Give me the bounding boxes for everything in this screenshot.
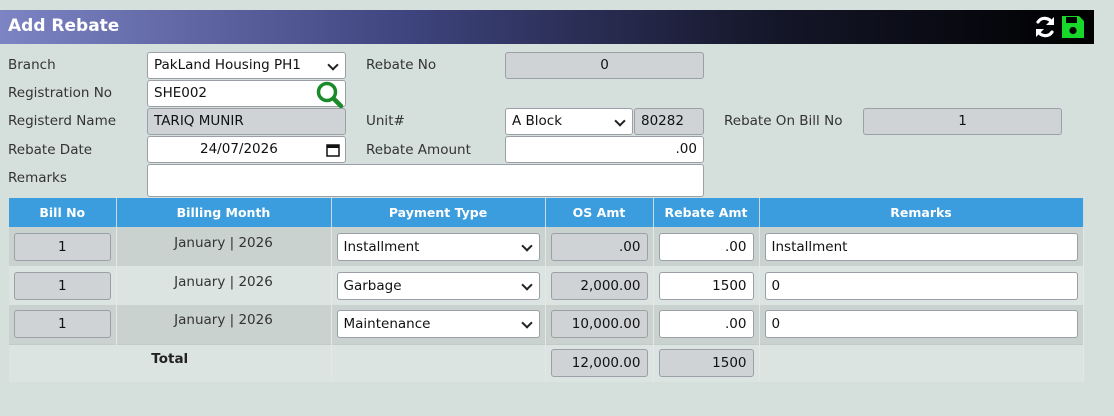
payment-type-value: Installment	[343, 238, 420, 255]
branch-select[interactable]: PakLand Housing PH1	[147, 52, 346, 79]
header-rebate-amt: Rebate Amt	[653, 198, 760, 227]
row-remarks-input[interactable]: 0	[764, 310, 1078, 339]
payment-type-value: Garbage	[343, 277, 402, 294]
total-rebate-amt-field: 1500	[658, 349, 754, 378]
os-amt-field: .00	[550, 232, 648, 261]
branch-label: Branch	[8, 57, 56, 73]
row-remarks-input[interactable]: 0	[764, 271, 1078, 300]
rebate-no-field: 0	[505, 52, 704, 79]
refresh-icon[interactable]	[1032, 14, 1058, 40]
branch-value: PakLand Housing PH1	[154, 57, 301, 73]
rebate-amount-label: Rebate Amount	[366, 142, 471, 158]
total-label: Total	[151, 351, 189, 368]
rebate-amt-input[interactable]: 1500	[658, 271, 754, 300]
unit-block-select[interactable]: A Block	[505, 108, 633, 135]
rebate-amt-input[interactable]: .00	[658, 232, 754, 261]
billing-month: January | 2026	[174, 273, 273, 290]
registration-no-label: Registration No	[8, 85, 113, 101]
row-remarks-input[interactable]: Installment	[764, 232, 1078, 261]
page-title: Add Rebate	[8, 16, 120, 36]
remarks-label: Remarks	[8, 170, 67, 186]
unit-block-value: A Block	[512, 113, 563, 129]
rebate-amount-input[interactable]: .00	[505, 136, 704, 163]
rebate-no-label: Rebate No	[366, 57, 437, 73]
header-billing-month: Billing Month	[116, 198, 332, 227]
registered-name-label: Registerd Name	[8, 113, 117, 129]
table-row: 1 January | 2026 Garbage 2,000.00 1500 0	[9, 266, 1084, 305]
table-header-row: Bill No Billing Month Payment Type OS Am…	[9, 198, 1084, 227]
table-row: 1 January | 2026 Installment .00 .00 Ins…	[9, 227, 1084, 266]
bill-no-field: 1	[14, 271, 111, 300]
floppy-disk-icon[interactable]	[1060, 14, 1086, 40]
rebate-date-label: Rebate Date	[8, 142, 93, 158]
rebate-amt-input[interactable]: .00	[658, 310, 754, 339]
payment-type-select[interactable]: Installment	[336, 232, 540, 261]
rebate-on-bill-no-label: Rebate On Bill No	[724, 113, 843, 129]
header-bill-no: Bill No	[9, 198, 117, 227]
os-amt-field: 10,000.00	[550, 310, 648, 339]
bill-no-field: 1	[14, 232, 111, 261]
registered-name-field: TARIQ MUNIR	[147, 108, 346, 135]
search-icon[interactable]	[315, 80, 345, 110]
unit-label: Unit#	[366, 113, 405, 129]
total-row: Total 12,000.00 1500	[9, 343, 1084, 382]
header-payment-type: Payment Type	[331, 198, 546, 227]
calendar-icon[interactable]	[326, 143, 340, 157]
payment-type-value: Maintenance	[343, 316, 431, 333]
header-os-amt: OS Amt	[545, 198, 654, 227]
rebate-date-input[interactable]: 24/07/2026	[147, 136, 346, 163]
rebate-table: Bill No Billing Month Payment Type OS Am…	[9, 198, 1084, 382]
os-amt-field: 2,000.00	[550, 271, 648, 300]
payment-type-select[interactable]: Maintenance	[336, 310, 540, 339]
rebate-on-bill-no-field: 1	[863, 108, 1062, 135]
rebate-date-value: 24/07/2026	[200, 141, 278, 157]
payment-type-select[interactable]: Garbage	[336, 271, 540, 300]
table-row: 1 January | 2026 Maintenance 10,000.00 .…	[9, 305, 1084, 344]
remarks-textarea[interactable]	[147, 164, 704, 197]
unit-number-field: 80282	[634, 108, 704, 135]
total-os-amt-field: 12,000.00	[550, 349, 648, 378]
billing-month: January | 2026	[174, 234, 273, 251]
billing-month: January | 2026	[174, 312, 273, 329]
header-remarks: Remarks	[759, 198, 1084, 227]
bill-no-field: 1	[14, 310, 111, 339]
title-bar: Add Rebate	[0, 10, 1094, 44]
